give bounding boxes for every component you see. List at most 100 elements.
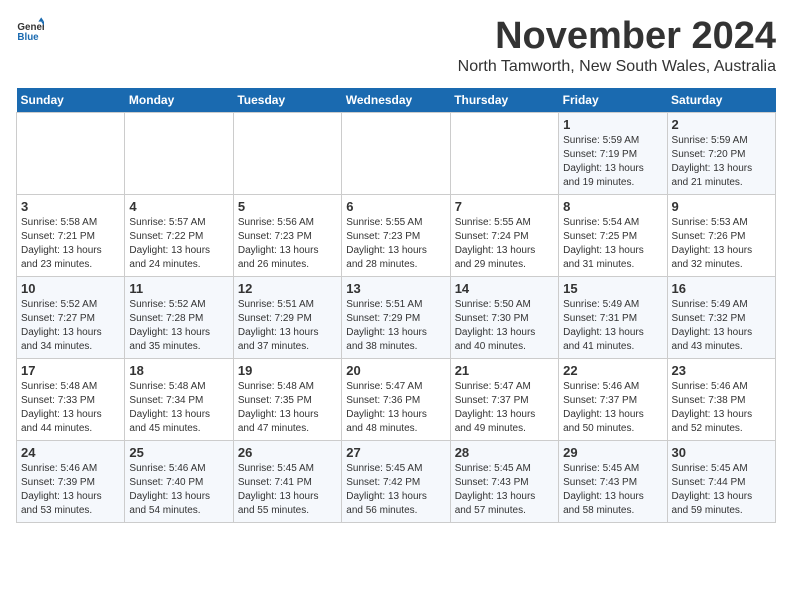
day-info: Sunrise: 5:45 AM Sunset: 7:41 PM Dayligh… bbox=[238, 462, 337, 518]
day-info: Sunrise: 5:46 AM Sunset: 7:38 PM Dayligh… bbox=[672, 380, 771, 436]
day-info: Sunrise: 5:50 AM Sunset: 7:30 PM Dayligh… bbox=[455, 298, 554, 354]
day-number: 9 bbox=[672, 199, 771, 214]
page-header: General Blue November 2024 North Tamwort… bbox=[16, 16, 776, 84]
day-number: 14 bbox=[455, 281, 554, 296]
day-number: 30 bbox=[672, 445, 771, 460]
calendar-week-row: 17 Sunrise: 5:48 AM Sunset: 7:33 PM Dayli… bbox=[17, 358, 776, 440]
day-info: Sunrise: 5:54 AM Sunset: 7:25 PM Dayligh… bbox=[563, 216, 662, 272]
calendar-cell bbox=[450, 112, 558, 194]
calendar-cell: 19Sunrise: 5:48 AM Sunset: 7:35 PM Dayli… bbox=[233, 358, 341, 440]
calendar-cell: 11 Sunrise: 5:52 AM Sunset: 7:28 PM Dayli… bbox=[125, 276, 233, 358]
day-number: 26 bbox=[238, 445, 337, 460]
title-block: November 2024 North Tamworth, New South … bbox=[458, 16, 776, 84]
day-number: 5 bbox=[238, 199, 337, 214]
calendar-cell: 29 Sunrise: 5:45 AM Sunset: 7:43 PM Dayli… bbox=[559, 440, 667, 522]
weekday-header-row: SundayMondayTuesdayWednesdayThursdayFrid… bbox=[17, 88, 776, 113]
calendar-cell: 17 Sunrise: 5:48 AM Sunset: 7:33 PM Dayli… bbox=[17, 358, 125, 440]
calendar-cell: 30Sunrise: 5:45 AM Sunset: 7:44 PM Dayli… bbox=[667, 440, 775, 522]
day-info: Sunrise: 5:52 AM Sunset: 7:27 PM Dayligh… bbox=[21, 298, 120, 354]
day-number: 20 bbox=[346, 363, 445, 378]
day-number: 15 bbox=[563, 281, 662, 296]
calendar-cell: 28 Sunrise: 5:45 AM Sunset: 7:43 PM Dayli… bbox=[450, 440, 558, 522]
day-number: 25 bbox=[129, 445, 228, 460]
day-number: 2 bbox=[672, 117, 771, 132]
calendar-cell bbox=[233, 112, 341, 194]
day-number: 4 bbox=[129, 199, 228, 214]
weekday-header-wednesday: Wednesday bbox=[342, 88, 450, 113]
day-info: Sunrise: 5:55 AM Sunset: 7:24 PM Dayligh… bbox=[455, 216, 554, 272]
calendar-cell: 2 Sunrise: 5:59 AM Sunset: 7:20 PM Daylig… bbox=[667, 112, 775, 194]
calendar-cell: 25Sunrise: 5:46 AM Sunset: 7:40 PM Dayli… bbox=[125, 440, 233, 522]
day-number: 16 bbox=[672, 281, 771, 296]
calendar-cell: 14 Sunrise: 5:50 AM Sunset: 7:30 PM Dayli… bbox=[450, 276, 558, 358]
svg-text:Blue: Blue bbox=[17, 32, 39, 43]
day-info: Sunrise: 5:59 AM Sunset: 7:20 PM Dayligh… bbox=[672, 134, 771, 190]
calendar-cell: 13 Sunrise: 5:51 AM Sunset: 7:29 PM Dayli… bbox=[342, 276, 450, 358]
month-title: November 2024 bbox=[458, 16, 776, 58]
day-info: Sunrise: 5:46 AM Sunset: 7:37 PM Dayligh… bbox=[563, 380, 662, 436]
day-number: 7 bbox=[455, 199, 554, 214]
calendar-cell: 22 Sunrise: 5:46 AM Sunset: 7:37 PM Dayli… bbox=[559, 358, 667, 440]
calendar-cell: 24 Sunrise: 5:46 AM Sunset: 7:39 PM Dayli… bbox=[17, 440, 125, 522]
calendar-cell: 6 Sunrise: 5:55 AM Sunset: 7:23 PM Daylig… bbox=[342, 194, 450, 276]
day-number: 22 bbox=[563, 363, 662, 378]
day-info: Sunrise: 5:49 AM Sunset: 7:31 PM Dayligh… bbox=[563, 298, 662, 354]
day-number: 3 bbox=[21, 199, 120, 214]
calendar-week-row: 10 Sunrise: 5:52 AM Sunset: 7:27 PM Dayli… bbox=[17, 276, 776, 358]
day-number: 17 bbox=[21, 363, 120, 378]
day-number: 28 bbox=[455, 445, 554, 460]
day-info: Sunrise: 5:45 AM Sunset: 7:43 PM Dayligh… bbox=[563, 462, 662, 518]
calendar-week-row: 24 Sunrise: 5:46 AM Sunset: 7:39 PM Dayli… bbox=[17, 440, 776, 522]
calendar-cell: 12 Sunrise: 5:51 AM Sunset: 7:29 PM Dayli… bbox=[233, 276, 341, 358]
weekday-header-friday: Friday bbox=[559, 88, 667, 113]
calendar-cell bbox=[125, 112, 233, 194]
calendar-cell bbox=[17, 112, 125, 194]
calendar-cell: 21 Sunrise: 5:47 AM Sunset: 7:37 PM Dayli… bbox=[450, 358, 558, 440]
day-number: 6 bbox=[346, 199, 445, 214]
calendar-cell: 5 Sunrise: 5:56 AM Sunset: 7:23 PM Daylig… bbox=[233, 194, 341, 276]
day-info: Sunrise: 5:46 AM Sunset: 7:39 PM Dayligh… bbox=[21, 462, 120, 518]
day-number: 19 bbox=[238, 363, 337, 378]
day-info: Sunrise: 5:45 AM Sunset: 7:42 PM Dayligh… bbox=[346, 462, 445, 518]
day-number: 13 bbox=[346, 281, 445, 296]
day-info: Sunrise: 5:45 AM Sunset: 7:43 PM Dayligh… bbox=[455, 462, 554, 518]
day-number: 1 bbox=[563, 117, 662, 132]
day-number: 8 bbox=[563, 199, 662, 214]
day-info: Sunrise: 5:52 AM Sunset: 7:28 PM Dayligh… bbox=[129, 298, 228, 354]
day-number: 12 bbox=[238, 281, 337, 296]
calendar-cell bbox=[342, 112, 450, 194]
weekday-header-monday: Monday bbox=[125, 88, 233, 113]
day-info: Sunrise: 5:51 AM Sunset: 7:29 PM Dayligh… bbox=[346, 298, 445, 354]
day-info: Sunrise: 5:48 AM Sunset: 7:33 PM Dayligh… bbox=[21, 380, 120, 436]
day-info: Sunrise: 5:47 AM Sunset: 7:37 PM Dayligh… bbox=[455, 380, 554, 436]
day-info: Sunrise: 5:57 AM Sunset: 7:22 PM Dayligh… bbox=[129, 216, 228, 272]
day-number: 11 bbox=[129, 281, 228, 296]
day-info: Sunrise: 5:59 AM Sunset: 7:19 PM Dayligh… bbox=[563, 134, 662, 190]
day-info: Sunrise: 5:49 AM Sunset: 7:32 PM Dayligh… bbox=[672, 298, 771, 354]
calendar-cell: 10 Sunrise: 5:52 AM Sunset: 7:27 PM Dayli… bbox=[17, 276, 125, 358]
calendar-cell: 23Sunrise: 5:46 AM Sunset: 7:38 PM Dayli… bbox=[667, 358, 775, 440]
day-info: Sunrise: 5:47 AM Sunset: 7:36 PM Dayligh… bbox=[346, 380, 445, 436]
day-info: Sunrise: 5:58 AM Sunset: 7:21 PM Dayligh… bbox=[21, 216, 120, 272]
calendar-cell: 26 Sunrise: 5:45 AM Sunset: 7:41 PM Dayli… bbox=[233, 440, 341, 522]
day-number: 10 bbox=[21, 281, 120, 296]
weekday-header-thursday: Thursday bbox=[450, 88, 558, 113]
day-info: Sunrise: 5:55 AM Sunset: 7:23 PM Dayligh… bbox=[346, 216, 445, 272]
day-info: Sunrise: 5:51 AM Sunset: 7:29 PM Dayligh… bbox=[238, 298, 337, 354]
day-number: 21 bbox=[455, 363, 554, 378]
calendar-week-row: 1 Sunrise: 5:59 AM Sunset: 7:19 PM Daylig… bbox=[17, 112, 776, 194]
day-info: Sunrise: 5:56 AM Sunset: 7:23 PM Dayligh… bbox=[238, 216, 337, 272]
logo: General Blue bbox=[16, 16, 44, 44]
day-number: 29 bbox=[563, 445, 662, 460]
day-number: 18 bbox=[129, 363, 228, 378]
calendar-cell: 16 Sunrise: 5:49 AM Sunset: 7:32 PM Dayli… bbox=[667, 276, 775, 358]
calendar-week-row: 3 Sunrise: 5:58 AM Sunset: 7:21 PM Daylig… bbox=[17, 194, 776, 276]
weekday-header-sunday: Sunday bbox=[17, 88, 125, 113]
weekday-header-tuesday: Tuesday bbox=[233, 88, 341, 113]
calendar-cell: 8 Sunrise: 5:54 AM Sunset: 7:25 PM Daylig… bbox=[559, 194, 667, 276]
calendar-cell: 1 Sunrise: 5:59 AM Sunset: 7:19 PM Daylig… bbox=[559, 112, 667, 194]
day-number: 24 bbox=[21, 445, 120, 460]
calendar-cell: 4 Sunrise: 5:57 AM Sunset: 7:22 PM Daylig… bbox=[125, 194, 233, 276]
calendar-cell: 7 Sunrise: 5:55 AM Sunset: 7:24 PM Daylig… bbox=[450, 194, 558, 276]
weekday-header-saturday: Saturday bbox=[667, 88, 775, 113]
